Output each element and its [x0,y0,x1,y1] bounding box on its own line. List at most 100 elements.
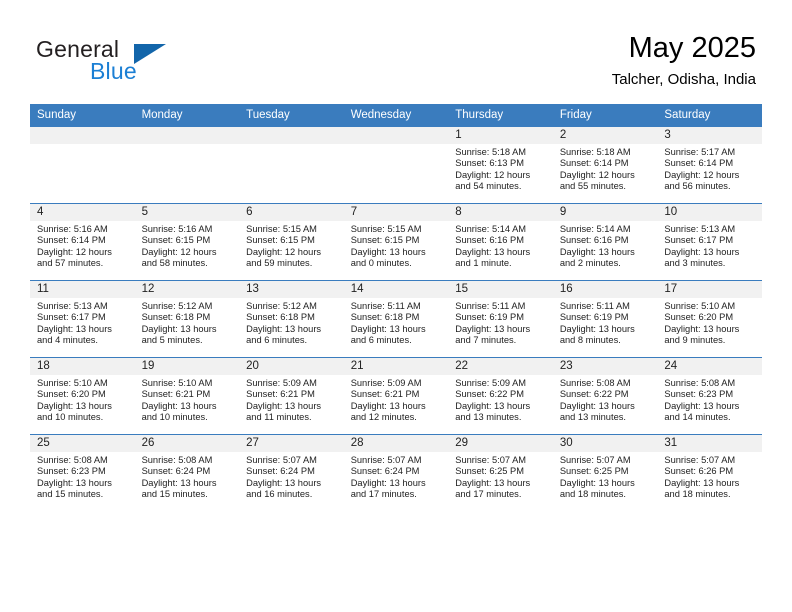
daylight-text-line1: Daylight: 12 hours [141,246,217,257]
day-number: 28 [343,435,449,452]
calendar-day-cell[interactable]: 28 Sunrise: 5:07 AM Sunset: 6:24 PM Dayligh… [343,434,449,511]
sunset-text: Sunset: 6:22 PM [559,389,629,400]
daylight-text-line2: and 16 minutes. [246,489,313,500]
sunset-text: Sunset: 6:18 PM [350,312,420,323]
day-number [343,127,449,144]
day-cell-inner: 26 Sunrise: 5:08 AM Sunset: 6:24 PM Dayligh… [134,435,240,511]
day-cell-inner: 7 Sunrise: 5:15 AM Sunset: 6:15 PM Daylight… [343,204,449,280]
sunset-text: Sunset: 6:25 PM [559,466,629,477]
sunset-text: Sunset: 6:16 PM [559,235,629,246]
day-details: Sunrise: 5:11 AM Sunset: 6:19 PM Daylight:… [448,298,553,347]
day-number: 18 [30,358,135,375]
day-cell-inner: 29 Sunrise: 5:07 AM Sunset: 6:25 PM Dayligh… [448,435,553,511]
calendar-day-cell[interactable]: 17 Sunrise: 5:10 AM Sunset: 6:20 PM Dayligh… [657,280,762,358]
sunrise-text: Sunrise: 5:10 AM [664,301,736,311]
calendar-day-cell[interactable]: 14 Sunrise: 5:11 AM Sunset: 6:18 PM Dayligh… [343,280,449,358]
day-number: 17 [657,281,762,298]
calendar-day-cell[interactable]: 7 Sunrise: 5:15 AM Sunset: 6:15 PM Daylight… [343,203,449,281]
day-details: Sunrise: 5:10 AM Sunset: 6:21 PM Daylight:… [135,375,240,424]
calendar-day-cell[interactable]: 9 Sunrise: 5:14 AM Sunset: 6:16 PM Daylight… [552,203,658,281]
daylight-text-line1: Daylight: 13 hours [350,477,426,488]
daylight-text-line1: Daylight: 13 hours [246,400,322,411]
calendar-day-cell[interactable]: 20 Sunrise: 5:09 AM Sunset: 6:21 PM Dayligh… [239,357,344,435]
calendar-day-cell[interactable]: 21 Sunrise: 5:09 AM Sunset: 6:21 PM Dayligh… [343,357,449,435]
daylight-text-line1: Daylight: 13 hours [37,477,112,488]
daylight-text-line1: Daylight: 13 hours [455,323,531,334]
calendar-week-row: 18 Sunrise: 5:10 AM Sunset: 6:20 PM Dayligh… [30,357,762,435]
day-number: 9 [552,204,658,221]
day-details: Sunrise: 5:15 AM Sunset: 6:15 PM Daylight:… [344,221,449,270]
calendar-day-cell[interactable]: 3 Sunrise: 5:17 AM Sunset: 6:14 PM Daylight… [657,126,762,204]
daylight-text-line1: Daylight: 12 hours [559,169,635,180]
calendar-day-cell[interactable]: 19 Sunrise: 5:10 AM Sunset: 6:21 PM Dayligh… [134,357,240,435]
calendar-day-cell[interactable]: 26 Sunrise: 5:08 AM Sunset: 6:24 PM Dayligh… [134,434,240,511]
calendar-day-cell[interactable]: 10 Sunrise: 5:13 AM Sunset: 6:17 PM Dayligh… [657,203,762,281]
sunrise-text: Sunrise: 5:09 AM [455,378,527,388]
calendar-day-cell[interactable]: 13 Sunrise: 5:12 AM Sunset: 6:18 PM Dayligh… [239,280,344,358]
day-details: Sunrise: 5:08 AM Sunset: 6:23 PM Daylight:… [657,375,762,424]
calendar-day-cell[interactable]: 8 Sunrise: 5:14 AM Sunset: 6:16 PM Daylight… [448,203,553,281]
daylight-text-line2: and 54 minutes. [455,181,522,192]
calendar-day-cell[interactable]: 15 Sunrise: 5:11 AM Sunset: 6:19 PM Dayligh… [448,280,553,358]
daylight-text-line1: Daylight: 12 hours [664,169,740,180]
daylight-text-line1: Daylight: 13 hours [559,400,635,411]
calendar-day-cell[interactable]: 1 Sunrise: 5:18 AM Sunset: 6:13 PM Daylight… [448,126,553,204]
day-details: Sunrise: 5:12 AM Sunset: 6:18 PM Daylight:… [239,298,344,347]
calendar-day-cell[interactable]: 27 Sunrise: 5:07 AM Sunset: 6:24 PM Dayligh… [239,434,344,511]
day-number: 10 [657,204,762,221]
daylight-text-line1: Daylight: 13 hours [37,323,112,334]
day-cell-inner: 14 Sunrise: 5:11 AM Sunset: 6:18 PM Dayligh… [343,281,449,357]
day-number: 15 [448,281,553,298]
day-number: 8 [448,204,553,221]
weekday-header-tuesday: Tuesday [239,104,344,127]
day-cell-inner: 25 Sunrise: 5:08 AM Sunset: 6:23 PM Dayligh… [30,435,135,511]
weekday-header-row: Sunday Monday Tuesday Wednesday Thursday… [30,104,762,127]
sunset-text: Sunset: 6:24 PM [246,466,315,477]
calendar-day-cell[interactable]: 18 Sunrise: 5:10 AM Sunset: 6:20 PM Dayligh… [30,357,135,435]
day-number: 23 [552,358,658,375]
daylight-text-line1: Daylight: 13 hours [559,323,635,334]
sunset-text: Sunset: 6:13 PM [455,158,524,169]
day-details: Sunrise: 5:13 AM Sunset: 6:17 PM Daylight:… [657,221,762,270]
calendar-day-cell[interactable]: 29 Sunrise: 5:07 AM Sunset: 6:25 PM Dayligh… [448,434,553,511]
day-number: 29 [448,435,553,452]
calendar-week-row: 1 Sunrise: 5:18 AM Sunset: 6:13 PM Daylight… [30,126,762,204]
calendar-day-cell[interactable]: 23 Sunrise: 5:08 AM Sunset: 6:22 PM Dayligh… [552,357,658,435]
day-number: 19 [134,358,240,375]
calendar-week-row: 25 Sunrise: 5:08 AM Sunset: 6:23 PM Dayligh… [30,434,762,511]
calendar-day-cell[interactable]: 25 Sunrise: 5:08 AM Sunset: 6:23 PM Dayligh… [30,434,135,511]
day-details: Sunrise: 5:09 AM Sunset: 6:21 PM Daylight:… [344,375,449,424]
calendar-day-cell[interactable]: 4 Sunrise: 5:16 AM Sunset: 6:14 PM Daylight… [30,203,135,281]
sunset-text: Sunset: 6:17 PM [664,235,734,246]
calendar-day-cell[interactable]: 24 Sunrise: 5:08 AM Sunset: 6:23 PM Dayligh… [657,357,762,435]
day-cell-inner [239,127,344,203]
calendar-day-cell[interactable]: 2 Sunrise: 5:18 AM Sunset: 6:14 PM Daylight… [552,126,658,204]
day-number: 13 [239,281,344,298]
sunrise-text: Sunrise: 5:08 AM [141,455,213,465]
calendar-day-cell[interactable]: 6 Sunrise: 5:15 AM Sunset: 6:15 PM Daylight… [239,203,344,281]
calendar-day-cell[interactable]: 11 Sunrise: 5:13 AM Sunset: 6:17 PM Dayligh… [30,280,135,358]
day-number: 1 [448,127,553,144]
day-details: Sunrise: 5:08 AM Sunset: 6:24 PM Daylight:… [135,452,240,501]
day-cell-inner: 4 Sunrise: 5:16 AM Sunset: 6:14 PM Daylight… [30,204,135,280]
weekday-header-sunday: Sunday [30,104,135,127]
day-details: Sunrise: 5:07 AM Sunset: 6:24 PM Daylight:… [344,452,449,501]
calendar-day-cell[interactable]: 31 Sunrise: 5:07 AM Sunset: 6:26 PM Dayligh… [657,434,762,511]
calendar-day-cell[interactable]: 30 Sunrise: 5:07 AM Sunset: 6:25 PM Dayligh… [552,434,658,511]
calendar-day-cell[interactable]: 16 Sunrise: 5:11 AM Sunset: 6:19 PM Dayligh… [552,280,658,358]
sunset-text: Sunset: 6:21 PM [141,389,211,400]
calendar-day-cell[interactable]: 12 Sunrise: 5:12 AM Sunset: 6:18 PM Dayligh… [134,280,240,358]
daylight-text-line1: Daylight: 13 hours [350,400,426,411]
brand-logo[interactable]: General Blue [36,36,216,86]
calendar-day-cell[interactable]: 22 Sunrise: 5:09 AM Sunset: 6:22 PM Dayligh… [448,357,553,435]
daylight-text-line2: and 14 minutes. [664,412,731,423]
sunrise-text: Sunrise: 5:15 AM [350,224,422,234]
day-number: 14 [343,281,449,298]
day-cell-inner: 23 Sunrise: 5:08 AM Sunset: 6:22 PM Dayligh… [552,358,658,434]
day-details: Sunrise: 5:11 AM Sunset: 6:18 PM Daylight:… [344,298,449,347]
calendar-day-cell[interactable]: 5 Sunrise: 5:16 AM Sunset: 6:15 PM Daylight… [134,203,240,281]
day-number: 4 [30,204,135,221]
day-details: Sunrise: 5:14 AM Sunset: 6:16 PM Daylight:… [448,221,553,270]
day-number: 12 [134,281,240,298]
weekday-header-thursday: Thursday [448,104,553,127]
